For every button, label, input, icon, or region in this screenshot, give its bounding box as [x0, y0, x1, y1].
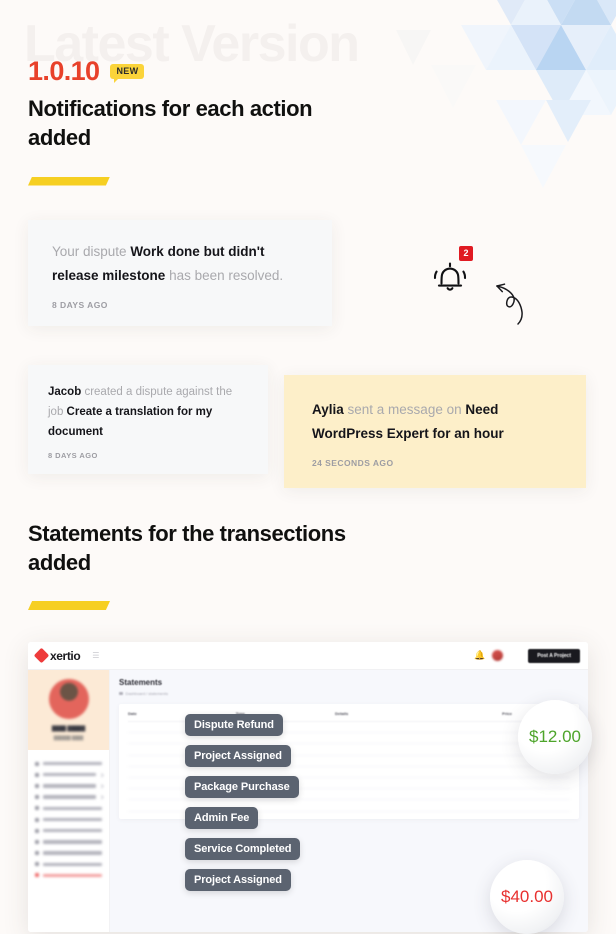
column-header-details: Details	[335, 711, 349, 716]
notification-bell-group[interactable]: 2	[428, 245, 523, 325]
dashboard-sidebar: ████ █████ ██████ ████	[28, 670, 110, 932]
sidebar-item[interactable]	[35, 836, 102, 847]
tag-chip-dispute-refund: Dispute Refund	[185, 714, 283, 736]
home-icon	[119, 691, 123, 696]
profile-avatar	[48, 679, 89, 719]
notification-card-jacob[interactable]: Jacob created a dispute against the job …	[28, 364, 268, 474]
topbar-bell-icon[interactable]: 🔔	[474, 650, 485, 661]
avatar	[492, 650, 504, 661]
sidebar-item-logout[interactable]	[35, 870, 102, 881]
logo-diamond-icon	[33, 647, 50, 664]
curved-arrow-icon	[496, 282, 523, 325]
sidebar-item[interactable]	[35, 792, 103, 803]
dashboard-topbar: xertio ☰ 🔔 Post A Project	[28, 642, 588, 670]
sidebar-item[interactable]	[35, 848, 102, 859]
sidebar-item[interactable]	[35, 825, 102, 836]
breadcrumb-text: Dashboard / statements	[125, 691, 168, 696]
sidebar-item[interactable]	[35, 758, 102, 769]
notification-actor: Aylia	[312, 401, 344, 417]
breadcrumb: Dashboard / statements	[119, 691, 579, 696]
notification-text: Jacob created a dispute against the job …	[48, 382, 248, 442]
notification-timestamp: 8 DAYS AGO	[48, 450, 98, 460]
content-title: Statements	[119, 678, 163, 687]
statements-heading-section: Statements for the transections added	[0, 519, 616, 610]
topbar-right-group: 🔔 Post A Project	[474, 642, 580, 674]
sidebar-profile-card: ████ █████ ██████ ████	[28, 670, 109, 750]
tag-chip-package-purchase: Package Purchase	[185, 776, 299, 798]
notification-card-dispute[interactable]: Your dispute Work done but didn't releas…	[28, 219, 332, 326]
tag-chip-project-assigned-2: Project Assigned	[185, 869, 291, 891]
notification-count-badge: 2	[459, 245, 474, 261]
notification-prefix: Your dispute	[52, 243, 131, 259]
profile-name: ████ █████	[51, 726, 86, 732]
notification-subject: Create a translation for my document	[48, 405, 213, 438]
title-underline-rule	[28, 176, 110, 186]
notification-timestamp: 8 DAYS AGO	[52, 299, 108, 310]
sidebar-item[interactable]	[35, 859, 102, 870]
tag-chip-project-assigned: Project Assigned	[185, 745, 291, 767]
statements-title: Statements for the transections added	[28, 520, 346, 575]
notification-text: Your dispute Work done but didn't releas…	[52, 240, 308, 289]
sidebar-item[interactable]	[35, 780, 103, 791]
post-a-project-button[interactable]: Post A Project	[528, 648, 580, 663]
sidebar-item[interactable]	[35, 769, 103, 780]
user-name	[506, 647, 521, 652]
version-row: 1.0.10 NEW	[28, 0, 588, 85]
price-bubble-negative: $40.00	[490, 860, 564, 934]
tag-chip-admin-fee: Admin Fee	[185, 807, 259, 829]
price-bubble-positive: $12.00	[518, 700, 592, 774]
notification-suffix: has been resolved.	[165, 268, 284, 284]
bell-ringing-icon[interactable]	[428, 258, 472, 302]
version-number: 1.0.10	[28, 56, 100, 86]
sidebar-item[interactable]	[35, 814, 102, 825]
tag-chip-service-completed: Service Completed	[185, 838, 301, 860]
notification-text: Aylia sent a message on Need WordPress E…	[312, 398, 558, 447]
profile-subtitle: ██████ ████	[53, 735, 84, 740]
notification-card-aylia[interactable]: Aylia sent a message on Need WordPress E…	[284, 374, 586, 488]
statements-underline-rule	[28, 601, 110, 610]
logo-text: xertio	[50, 648, 81, 663]
hero-section: Latest Version 1.0.10 NEW Notifications …	[0, 0, 616, 186]
notification-middle: sent a message on	[343, 401, 466, 417]
notifications-section: Your dispute Work done but didn't releas…	[0, 219, 616, 510]
notification-actor: Jacob	[48, 385, 82, 398]
user-role	[506, 666, 513, 670]
app-logo[interactable]: xertio	[33, 647, 81, 664]
sidebar-toggle-icon[interactable]: ☰	[92, 651, 99, 660]
new-badge: NEW	[110, 64, 145, 83]
dashboard-screenshot: xertio ☰ 🔔 Post A Project ████ █████ ███…	[28, 642, 592, 934]
notification-timestamp: 24 SECONDS AGO	[312, 457, 394, 468]
sidebar-item[interactable]	[35, 803, 102, 814]
sidebar-menu	[28, 750, 109, 889]
page-title: Notifications for each action added	[28, 96, 313, 151]
user-menu[interactable]	[492, 642, 521, 674]
